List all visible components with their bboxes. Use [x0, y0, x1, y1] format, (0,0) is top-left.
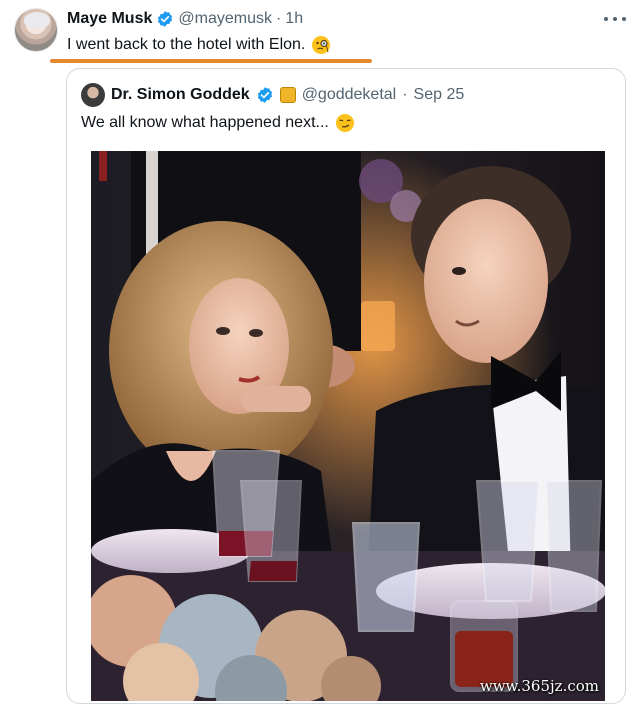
- quoted-avatar[interactable]: [81, 83, 105, 107]
- quoted-author-handle[interactable]: @goddeketal: [302, 86, 397, 104]
- author-name[interactable]: Maye Musk: [67, 10, 152, 28]
- quoted-tweet-header: Dr. Simon Goddek @goddeketal · Sep 25: [81, 83, 464, 107]
- author-handle[interactable]: @mayemusk: [178, 10, 272, 28]
- tweet[interactable]: Maye Musk @mayemusk · 1h I went back to …: [0, 0, 640, 717]
- timestamp[interactable]: 1h: [285, 10, 303, 28]
- tweet-header: Maye Musk @mayemusk · 1h: [67, 9, 303, 29]
- verified-badge-icon: [257, 87, 272, 103]
- photo-scene: [91, 151, 605, 701]
- quoted-text-row: We all know what happened next...: [81, 113, 355, 133]
- verified-badge-icon: [158, 11, 173, 27]
- quoted-tweet-text: We all know what happened next...: [81, 114, 329, 131]
- quoted-author-name[interactable]: Dr. Simon Goddek: [111, 86, 250, 104]
- quoted-photo[interactable]: www.365jz.com: [91, 151, 605, 701]
- face-with-monocle-icon: [312, 36, 331, 54]
- affiliate-badge-icon: [279, 87, 296, 103]
- quoted-tweet[interactable]: Dr. Simon Goddek @goddeketal · Sep 25 We…: [66, 68, 626, 704]
- tweet-text-row: I went back to the hotel with Elon.: [67, 35, 331, 55]
- highlight-underline: [50, 59, 372, 63]
- quoted-date[interactable]: Sep 25: [414, 86, 465, 104]
- tweet-text: I went back to the hotel with Elon.: [67, 36, 306, 53]
- avatar[interactable]: [14, 8, 58, 52]
- separator-dot: ·: [402, 86, 408, 103]
- more-horizontal-icon[interactable]: [604, 10, 626, 28]
- separator-dot: ·: [275, 10, 282, 27]
- smirking-face-icon: [335, 114, 354, 132]
- watermark: www.365jz.com: [479, 677, 599, 695]
